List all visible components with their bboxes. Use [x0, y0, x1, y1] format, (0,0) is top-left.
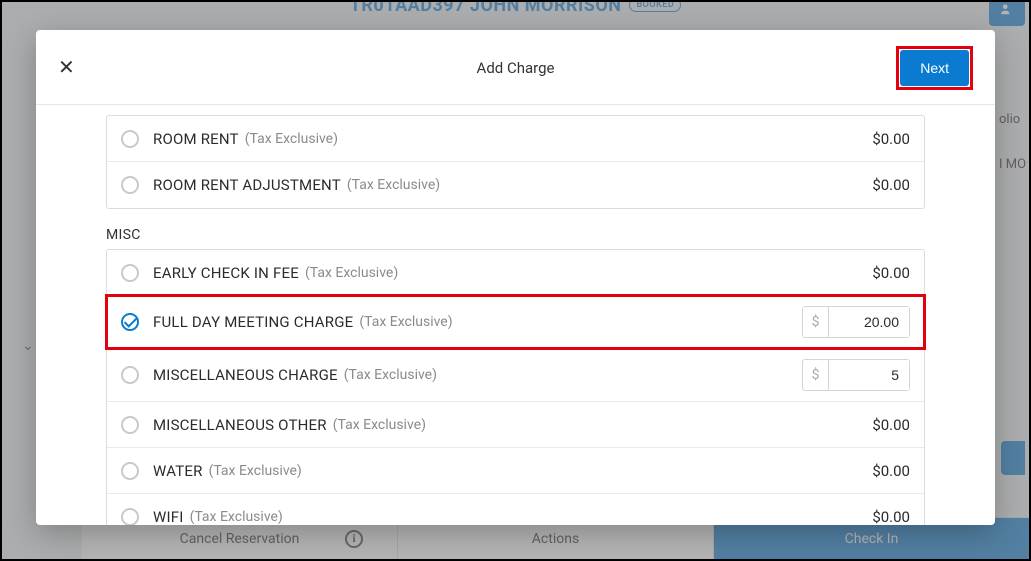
charge-label: MISCELLANEOUS OTHER [153, 416, 327, 434]
close-icon[interactable]: ✕ [58, 58, 75, 78]
modal-title: Add Charge [477, 59, 555, 77]
charge-amount: $0.00 [872, 176, 910, 194]
charge-label: FULL DAY MEETING CHARGE [153, 313, 353, 331]
amount-input[interactable] [829, 307, 909, 337]
charge-row-room-rent[interactable]: ROOM RENT (Tax Exclusive) $0.00 [107, 116, 924, 162]
charge-label: EARLY CHECK IN FEE [153, 264, 299, 282]
charge-label: MISCELLANEOUS CHARGE [153, 366, 338, 384]
radio-unchecked[interactable] [121, 366, 139, 384]
add-charge-modal: ✕ Add Charge Next ROOM RENT (Tax Exclusi… [36, 30, 995, 525]
charge-label: ROOM RENT [153, 130, 239, 148]
amount-input-wrap: $ [802, 306, 910, 338]
tax-note: (Tax Exclusive) [305, 265, 398, 281]
radio-checked[interactable] [121, 313, 139, 331]
tax-note: (Tax Exclusive) [347, 177, 440, 193]
charge-label: ROOM RENT ADJUSTMENT [153, 176, 341, 194]
charge-row-water[interactable]: WATER (Tax Exclusive) $0.00 [107, 448, 924, 494]
charge-row-full-day-meeting[interactable]: FULL DAY MEETING CHARGE (Tax Exclusive) … [107, 296, 924, 349]
charge-row-misc-other[interactable]: MISCELLANEOUS OTHER (Tax Exclusive) $0.0… [107, 402, 924, 448]
charge-label: WIFI [153, 508, 184, 525]
tax-note: (Tax Exclusive) [359, 314, 452, 330]
tax-note: (Tax Exclusive) [333, 417, 426, 433]
radio-unchecked[interactable] [121, 264, 139, 282]
charge-group-top: ROOM RENT (Tax Exclusive) $0.00 ROOM REN… [106, 115, 925, 209]
radio-unchecked[interactable] [121, 462, 139, 480]
charge-label: WATER [153, 462, 203, 480]
charge-amount: $0.00 [872, 508, 910, 525]
charge-amount: $0.00 [872, 462, 910, 480]
tax-note: (Tax Exclusive) [344, 367, 437, 383]
next-button[interactable]: Next [900, 50, 969, 86]
tax-note: (Tax Exclusive) [190, 509, 283, 525]
charge-group-misc: EARLY CHECK IN FEE (Tax Exclusive) $0.00… [106, 249, 925, 525]
currency-prefix: $ [803, 360, 829, 390]
radio-unchecked[interactable] [121, 130, 139, 148]
group-label-misc: MISC [106, 227, 925, 243]
charge-list-scroll[interactable]: ROOM RENT (Tax Exclusive) $0.00 ROOM REN… [36, 105, 995, 525]
tax-note: (Tax Exclusive) [209, 463, 302, 479]
next-button-highlight: Next [896, 46, 973, 90]
radio-unchecked[interactable] [121, 416, 139, 434]
charge-amount: $0.00 [872, 264, 910, 282]
currency-prefix: $ [803, 307, 829, 337]
charge-amount: $0.00 [872, 416, 910, 434]
radio-unchecked[interactable] [121, 508, 139, 525]
charge-row-misc-charge[interactable]: MISCELLANEOUS CHARGE (Tax Exclusive) $ [107, 349, 924, 402]
tax-note: (Tax Exclusive) [245, 131, 338, 147]
charge-row-room-rent-adjustment[interactable]: ROOM RENT ADJUSTMENT (Tax Exclusive) $0.… [107, 162, 924, 208]
charge-amount: $0.00 [872, 130, 910, 148]
radio-unchecked[interactable] [121, 176, 139, 194]
charge-row-wifi[interactable]: WIFI (Tax Exclusive) $0.00 [107, 494, 924, 525]
amount-input[interactable] [829, 360, 909, 390]
amount-input-wrap: $ [802, 359, 910, 391]
charge-row-early-checkin[interactable]: EARLY CHECK IN FEE (Tax Exclusive) $0.00 [107, 250, 924, 296]
